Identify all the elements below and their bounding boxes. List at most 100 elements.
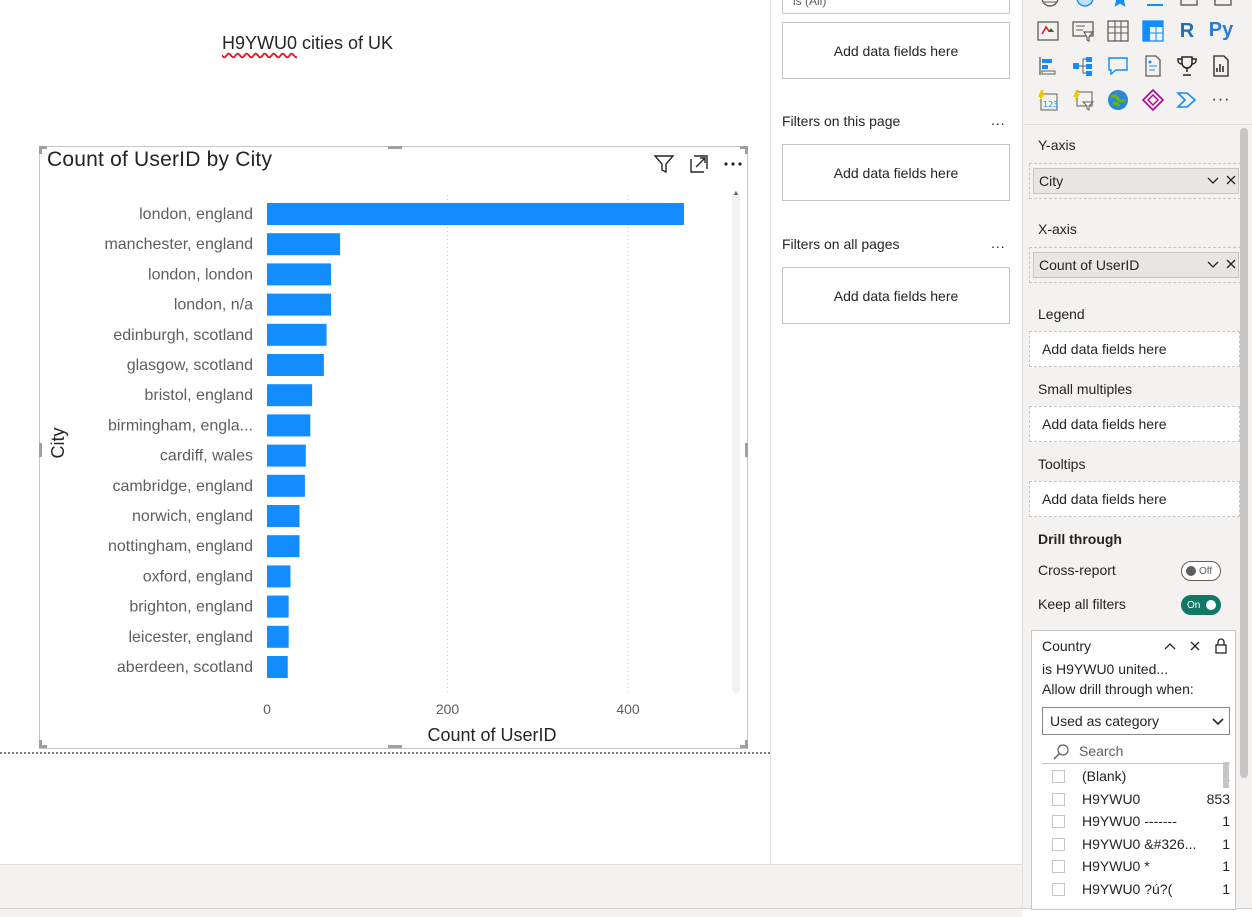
tooltips-well[interactable]: Add data fields here [1029,481,1240,517]
visual-filter-card[interactable]: is (All) [782,0,1010,14]
multi-row-card-icon[interactable] [1209,0,1237,12]
drill-value-row[interactable]: H9YWU0 * 1 [1042,857,1230,877]
viz-pane-scrollbar[interactable] [1240,128,1248,778]
y-category-label: aberdeen, scotland [117,659,253,676]
page-boundary-line [0,752,770,754]
x-axis-field-pill[interactable]: Count of UserID [1033,252,1239,278]
keep-all-filters-label: Keep all filters [1038,596,1126,612]
lock-icon[interactable] [1214,638,1228,659]
x-tick-label: 200 [436,701,460,717]
drill-value-row[interactable]: H9YWU0 ?ú?(1 [1042,880,1230,900]
y-axis-field-name: City [1039,173,1064,189]
visual-filters-add-well[interactable]: Add data fields here [782,22,1010,79]
drill-value-row[interactable]: H9YWU0 ------- 1 [1042,812,1230,832]
close-icon[interactable] [1224,257,1238,274]
drill-value-count: 853 [1206,790,1230,807]
more-visuals-icon[interactable]: ··· [1207,86,1235,114]
bar [267,505,300,527]
filters-page-more-icon[interactable]: ... [991,112,1006,128]
small-multiples-well[interactable]: Add data fields here [1029,406,1240,442]
keep-all-filters-toggle[interactable]: On [1181,595,1221,615]
close-icon[interactable] [1224,173,1238,190]
allow-drill-label: Allow drill through when: [1042,681,1194,697]
cross-report-toggle[interactable]: Off [1181,561,1221,581]
all-pages-filters-add-well[interactable]: Add data fields here [782,267,1010,324]
drill-value-row[interactable]: (Blank)2 [1042,767,1230,787]
bar [267,414,311,437]
drill-search-box[interactable]: Search [1042,739,1230,764]
page-filters-add-well[interactable]: Add data fields here [782,144,1010,201]
chevron-down-icon [1211,714,1225,731]
search-input[interactable]: Search [1079,743,1123,759]
filters-all-more-icon[interactable]: ... [991,235,1006,251]
qa-visual-icon[interactable] [1104,52,1132,80]
drill-value-label: H9YWU0 * [1082,858,1150,874]
smart-narrative-icon[interactable] [1139,52,1167,80]
filled-map-icon[interactable] [1071,0,1099,12]
goals-icon[interactable] [1173,52,1201,80]
bar [267,384,313,407]
page-title-textbox[interactable]: H9YWU0 cities of UK [222,33,393,54]
arcgis-map-icon[interactable] [1104,86,1132,114]
legend-well[interactable]: Add data fields here [1029,331,1240,367]
toggle-knob [1206,600,1216,610]
drill-list-scrollbar[interactable] [1223,762,1229,788]
card-icon[interactable] [1175,0,1203,12]
chevron-down-icon[interactable] [1206,173,1220,190]
y-axis-title: City [48,428,68,459]
kpi-icon[interactable] [1141,0,1169,12]
x-axis-title: Count of UserID [427,725,556,745]
svg-text:123: 123 [1043,100,1058,109]
chevron-up-icon[interactable] [1163,639,1177,658]
drill-through-filter-card[interactable]: Country is H9YWU0 united... Allow drill … [1031,630,1236,910]
power-apps-icon[interactable]: 123 [1034,86,1062,114]
bar-chart-visual[interactable]: Count of UserID by City 0 200 400 london, e… [39,146,748,749]
drill-value-count: 1 [1222,880,1230,897]
scroll-up-arrow-icon[interactable]: ▲ [732,190,740,197]
bar [267,625,289,648]
matrix-icon[interactable] [1139,17,1167,45]
checkbox[interactable] [1052,882,1065,896]
bar [267,656,288,678]
x-axis-well-label: X-axis [1038,221,1077,237]
drill-value-count: 1 [1222,835,1230,852]
python-visual-icon[interactable]: Py [1207,16,1235,44]
bar [267,263,332,286]
power-apps-visual-icon[interactable] [1139,86,1167,114]
page-tabs-bar[interactable] [0,864,1022,917]
tooltips-well-label: Tooltips [1038,456,1086,472]
toggle-knob [1186,566,1196,576]
add-fields-label: Add data fields here [833,42,959,59]
decomposition-tree-icon[interactable] [1069,52,1097,80]
checkbox[interactable] [1052,770,1065,783]
checkbox[interactable] [1052,792,1065,806]
bar [267,474,305,497]
chart-scrollbar[interactable] [732,191,740,693]
chart-plot-area: 0 200 400 london, england manchester, englan… [48,195,684,745]
report-canvas[interactable]: H9YWU0 cities of UK Count of UserID by C… [0,0,770,864]
visual-filter-condition: is (All) [793,0,827,8]
slicer-icon[interactable] [1069,17,1097,45]
bar [267,535,300,558]
power-automate-visual-icon[interactable] [1173,86,1201,114]
paginated-report-icon[interactable] [1207,52,1235,80]
key-influencers-icon[interactable] [1034,52,1062,80]
bar [267,565,291,588]
drill-value-row[interactable]: H9YWU0 853 [1042,790,1230,810]
y-category-label: nottingham, england [108,538,253,555]
add-fields-label: Add data fields here [1042,416,1167,432]
drill-mode-select[interactable]: Used as category [1042,707,1230,735]
close-icon[interactable] [1188,639,1202,658]
power-automate-icon[interactable] [1069,86,1097,114]
map-icon[interactable] [1036,0,1064,12]
table-icon[interactable] [1104,17,1132,45]
kpi-visual-icon[interactable] [1034,17,1062,45]
azure-map-icon[interactable] [1106,0,1134,12]
chevron-down-icon[interactable] [1206,257,1220,274]
drill-value-row[interactable]: H9YWU0 &#326... 1 [1042,835,1230,855]
r-script-icon[interactable]: R [1173,17,1201,45]
y-axis-field-pill[interactable]: City [1033,168,1239,194]
checkbox[interactable] [1052,815,1065,828]
checkbox[interactable] [1052,860,1065,873]
checkbox[interactable] [1052,837,1065,851]
